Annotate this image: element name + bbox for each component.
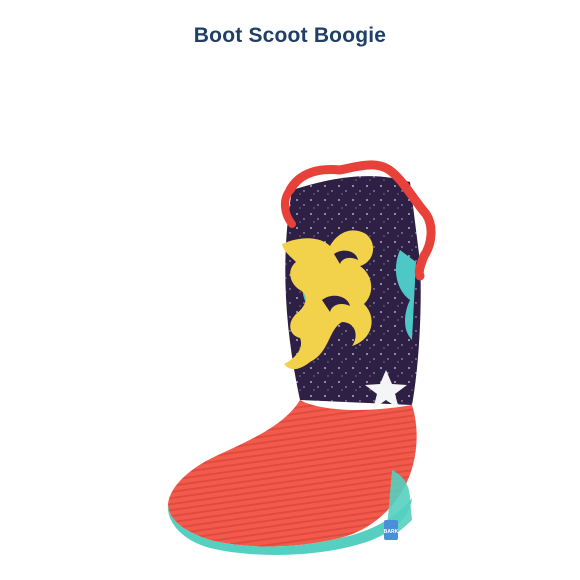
product-title: Boot Scoot Boogie xyxy=(193,24,387,47)
product-page: BARK Boot Scoot Boogie xyxy=(0,0,580,580)
brand-tag-text: BARK xyxy=(384,529,399,535)
cowboy-boot-toy-image: BARK xyxy=(167,160,436,555)
